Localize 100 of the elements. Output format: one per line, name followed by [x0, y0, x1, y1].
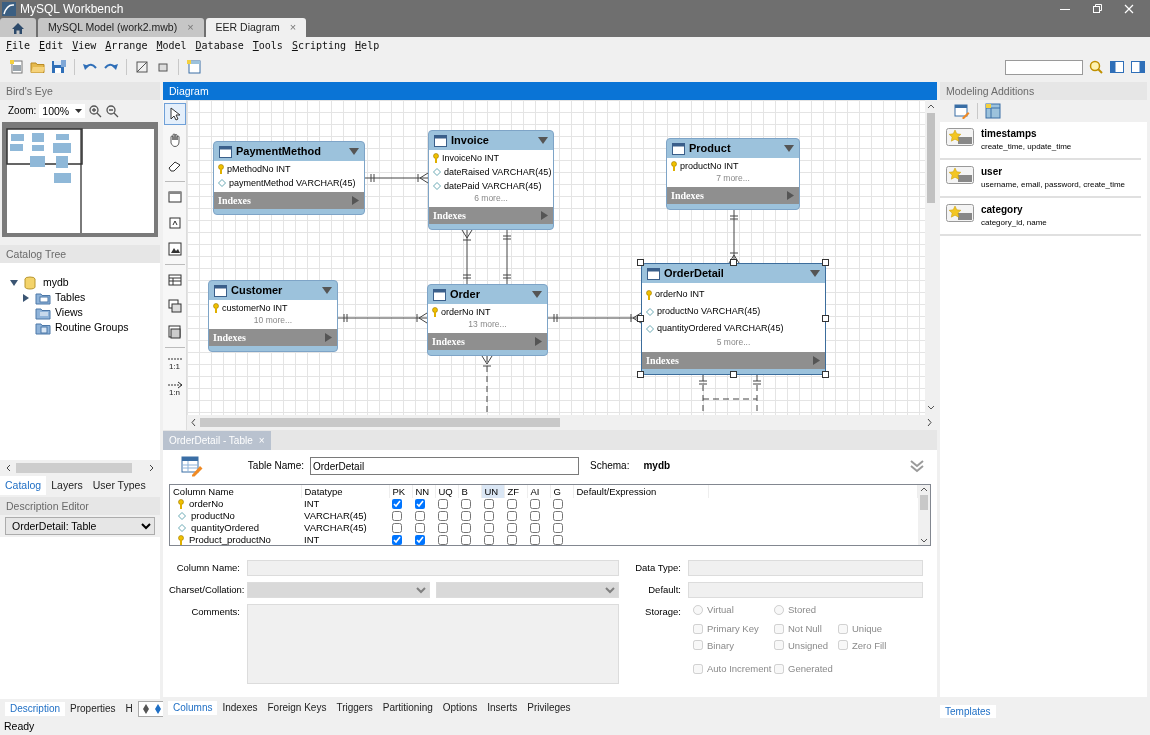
checkbox[interactable]	[461, 523, 471, 533]
tree-item[interactable]: Tables	[55, 291, 86, 304]
panel-tab[interactable]: Description	[5, 701, 66, 716]
checkbox[interactable]	[438, 511, 448, 521]
checkbox[interactable]	[484, 499, 494, 509]
collapse-arrow-icon[interactable]	[532, 290, 542, 299]
collapse-arrow-icon[interactable]	[810, 269, 820, 278]
new-file-icon[interactable]	[9, 59, 25, 75]
editor-tab[interactable]: Partitioning	[377, 700, 438, 715]
checkbox[interactable]	[484, 523, 494, 533]
column-header[interactable]: NN	[412, 485, 435, 498]
toggle-icon[interactable]	[134, 59, 150, 75]
editor-tab[interactable]: Foreign Keys	[262, 700, 332, 715]
edit-template-icon[interactable]	[954, 103, 970, 119]
home-tab[interactable]	[0, 18, 36, 37]
checkbox[interactable]	[553, 511, 563, 521]
column-header[interactable]: PK	[389, 485, 412, 498]
checkbox[interactable]	[461, 535, 471, 545]
checkbox[interactable]	[553, 499, 563, 509]
collapse-arrow-icon[interactable]	[784, 144, 794, 153]
menu-item[interactable]: Scripting	[291, 39, 347, 52]
template-name[interactable]: timestamps	[981, 128, 1072, 140]
checkbox[interactable]	[392, 499, 402, 509]
column-header[interactable]: AI	[527, 485, 550, 498]
entity-card[interactable]: PaymentMethod pMethodNo INT paymentMethod VARCHAR(45) Indexes	[213, 141, 365, 215]
panel-tab[interactable]: Properties	[65, 701, 121, 716]
entity-card[interactable]: OrderDetail orderNo INT productNo VARCHAR(45) quantityOrdered VARCHAR(45) 5 more... Indexes	[641, 263, 826, 375]
menu-item[interactable]: View	[72, 39, 97, 52]
panel-tab[interactable]: Catalog	[0, 476, 47, 495]
tree-item[interactable]: Routine Groups	[55, 321, 129, 334]
zoom-dropdown[interactable]: 100%	[39, 103, 86, 119]
panel-tab[interactable]: H	[120, 701, 138, 716]
object-dropdown[interactable]: OrderDetail: Table	[5, 517, 155, 535]
scrollbar[interactable]	[187, 415, 937, 430]
relationship-line[interactable]	[728, 209, 740, 264]
editor-tab[interactable]: Triggers	[331, 700, 378, 715]
relation-tool[interactable]: 1:1	[163, 352, 186, 374]
open-folder-icon[interactable]	[30, 59, 46, 75]
template-icon[interactable]	[946, 128, 974, 146]
collapse-arrow-icon[interactable]	[538, 136, 548, 145]
panel-tab[interactable]: User Types	[87, 476, 151, 495]
zoom-out-icon[interactable]	[105, 104, 120, 118]
pointer-tool[interactable]	[163, 103, 186, 125]
checkbox[interactable]	[392, 523, 402, 533]
resize-handle[interactable]	[822, 315, 829, 322]
resize-handle[interactable]	[729, 259, 737, 266]
checkbox[interactable]	[438, 535, 448, 545]
column-header[interactable]: Default/Expression	[573, 485, 708, 498]
column-header[interactable]: B	[458, 485, 481, 498]
checkbox[interactable]	[530, 499, 540, 509]
editor-tab[interactable]: Columns	[168, 700, 218, 715]
checkbox[interactable]	[553, 535, 563, 545]
checkbox[interactable]	[415, 511, 425, 521]
resize-handle[interactable]	[637, 371, 644, 378]
checkbox[interactable]	[507, 523, 517, 533]
close-icon[interactable]	[1124, 4, 1134, 14]
template-name[interactable]: category	[981, 204, 1047, 216]
column-header[interactable]: Column Name	[170, 485, 301, 498]
checkbox[interactable]	[438, 499, 448, 509]
menu-item[interactable]: Help	[355, 39, 380, 52]
checkbox[interactable]	[415, 535, 425, 545]
editor-tab[interactable]: Indexes	[217, 700, 263, 715]
minimap-drawing[interactable]	[2, 122, 158, 237]
column-header[interactable]: Datatype	[301, 485, 389, 498]
menu-item[interactable]: Database	[195, 39, 244, 52]
resize-handle[interactable]	[729, 371, 737, 378]
resize-handle[interactable]	[822, 371, 829, 378]
checkbox[interactable]	[461, 499, 471, 509]
column-header[interactable]: G	[550, 485, 573, 498]
menu-item[interactable]: Edit	[39, 39, 64, 52]
template-icon[interactable]	[946, 204, 974, 222]
maximize-icon[interactable]	[1092, 4, 1102, 14]
tab-scroll-icon[interactable]	[137, 700, 166, 717]
search-field[interactable]	[1005, 59, 1083, 75]
collapsed-arrow-icon[interactable]	[22, 293, 30, 302]
menu-item[interactable]: Model	[156, 39, 187, 52]
document-tab[interactable]: EER Diagram ×	[205, 18, 307, 37]
sidebar-toggle-icon[interactable]	[1109, 59, 1125, 75]
menu-item[interactable]: Arrange	[105, 39, 148, 52]
column-header[interactable]: ZF	[504, 485, 527, 498]
checkbox[interactable]	[392, 535, 402, 545]
scrollbar[interactable]	[918, 485, 930, 545]
zoom-in-icon[interactable]	[88, 104, 103, 118]
resize-handle[interactable]	[822, 259, 829, 266]
entity-card[interactable]: Product productNo INT 7 more... Indexes	[666, 138, 800, 210]
checkbox[interactable]	[530, 511, 540, 521]
checkbox[interactable]	[530, 523, 540, 533]
collapse-arrow-icon[interactable]	[349, 147, 359, 156]
panel-tab[interactable]: Templates	[940, 705, 996, 718]
tree-item[interactable]: Views	[55, 306, 83, 319]
collapse-arrow-icon[interactable]	[322, 286, 332, 295]
editor-tab[interactable]: Inserts	[482, 700, 523, 715]
checkbox[interactable]	[415, 523, 425, 533]
checkbox[interactable]	[530, 535, 540, 545]
checkbox[interactable]	[553, 523, 563, 533]
entity-card[interactable]: Order orderNo INT 13 more... Indexes	[427, 284, 548, 356]
search-icon[interactable]	[1088, 59, 1104, 75]
checkbox[interactable]	[438, 523, 448, 533]
relationship-line[interactable]	[547, 312, 642, 324]
save-icon[interactable]	[51, 59, 67, 75]
